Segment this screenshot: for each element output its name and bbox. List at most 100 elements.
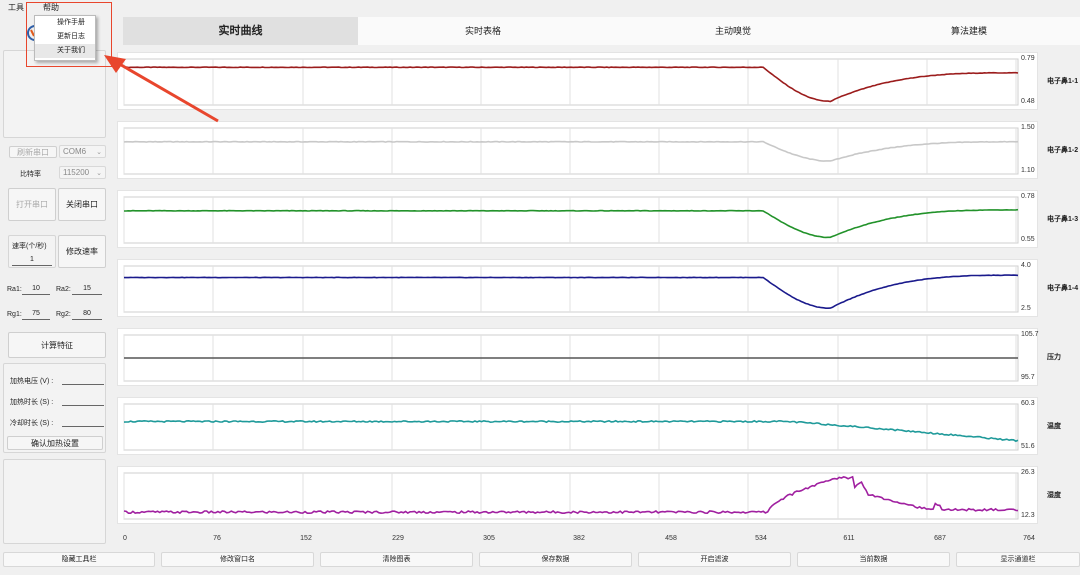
control-panel: 刷新串口 COM6 ⌄ 比特率 115200 ⌄ 打开串口 关闭串口 速率(个/…: [3, 50, 108, 545]
series-line: [123, 475, 1019, 515]
y-min-label: 12.3: [1021, 512, 1035, 519]
heat-settings-box: 加热电压 (V) : 加热时长 (S) : 冷却时长 (S) : 确认加热设置: [3, 363, 106, 453]
ra1-input[interactable]: 10: [22, 285, 50, 295]
ra1-label: Ra1:: [7, 286, 22, 293]
main-tabs: 实时曲线 实时表格 主动嗅觉 算法建模: [123, 17, 1080, 45]
current-data-button[interactable]: 当前数据: [797, 552, 950, 567]
channel-label: 电子鼻1-1: [1047, 78, 1079, 85]
heat-time-input[interactable]: [62, 396, 104, 406]
port-select-value: COM6: [63, 147, 87, 156]
calc-features-button[interactable]: 计算特征: [8, 332, 106, 358]
y-max-label: 1.50: [1021, 124, 1035, 131]
enable-filter-button[interactable]: 开启滤波: [638, 552, 791, 567]
close-port-button[interactable]: 关闭串口: [58, 188, 106, 221]
open-port-button[interactable]: 打开串口: [8, 188, 56, 221]
tab-algorithm-modeling[interactable]: 算法建模: [858, 17, 1080, 45]
x-tick-label: 458: [665, 535, 677, 542]
y-max-label: 0.79: [1021, 55, 1035, 62]
line-chart: [123, 196, 1019, 244]
baud-select-value: 115200: [63, 168, 90, 177]
line-chart: [123, 472, 1019, 520]
line-chart: [123, 265, 1019, 313]
x-tick-label: 382: [573, 535, 585, 542]
extra-box: [3, 459, 106, 544]
chart-panel-5: 105.7 95.7: [117, 328, 1039, 386]
baud-label: 比特率: [20, 171, 41, 178]
y-min-label: 95.7: [1021, 374, 1035, 381]
channel-label: 电子鼻1-3: [1047, 216, 1079, 223]
clear-chart-button[interactable]: 清除图表: [320, 552, 473, 567]
tab-realtime-curve[interactable]: 实时曲线: [123, 17, 358, 45]
chart-panel-3: 0.78 0.55: [117, 190, 1038, 248]
rg1-label: Rg1:: [7, 311, 22, 318]
ra2-label: Ra2:: [56, 286, 71, 293]
plot-frame: [123, 265, 1019, 313]
plot-frame: [123, 403, 1019, 451]
plot-frame: [123, 58, 1019, 106]
channel-label: 电子鼻1-2: [1047, 147, 1079, 154]
menu-tools[interactable]: 工具: [8, 2, 24, 13]
y-min-label: 0.48: [1021, 98, 1035, 105]
line-chart: [123, 403, 1019, 451]
chart-panel-6: 60.3 51.6: [117, 397, 1038, 455]
x-tick-label: 0: [123, 535, 127, 542]
rg2-label: Rg2:: [56, 311, 71, 318]
series-line: [123, 66, 1019, 103]
chevron-down-icon: ⌄: [96, 169, 102, 177]
y-max-label: 60.3: [1021, 400, 1035, 407]
y-min-label: 2.5: [1021, 305, 1031, 312]
chart-panel-2: 1.50 1.10: [117, 121, 1038, 179]
line-chart: [123, 58, 1019, 106]
x-tick-label: 76: [213, 535, 221, 542]
rg1-input[interactable]: 75: [22, 310, 50, 320]
hide-toolbar-button[interactable]: 隐藏工具栏: [3, 552, 155, 567]
x-tick-label: 534: [755, 535, 767, 542]
x-tick-label: 305: [483, 535, 495, 542]
bottom-toolbar: 隐藏工具栏 修改窗口名 清除图表 保存数据 开启滤波 当前数据 显示通道栏: [0, 552, 1080, 568]
confirm-heat-button[interactable]: 确认加热设置: [7, 436, 103, 450]
rate-box: 速率(个/秒) 1: [8, 235, 56, 268]
cool-time-label: 冷却时长 (S) :: [10, 420, 54, 427]
x-tick-label: 764: [1023, 535, 1035, 542]
chart-panel-4: 4.0 2.5: [117, 259, 1038, 317]
y-max-label: 4.0: [1021, 262, 1031, 269]
ra2-input[interactable]: 15: [72, 285, 102, 295]
series-line: [124, 208, 1019, 239]
y-min-label: 1.10: [1021, 167, 1035, 174]
baud-select[interactable]: 115200 ⌄: [59, 166, 106, 179]
show-channel-button[interactable]: 显示通道栏: [956, 552, 1080, 567]
refresh-port-button[interactable]: 刷新串口: [9, 146, 57, 158]
rate-label: 速率(个/秒): [12, 243, 47, 250]
y-max-label: 26.3: [1021, 469, 1035, 476]
y-min-label: 0.55: [1021, 236, 1035, 243]
modify-rate-button[interactable]: 修改速率: [58, 235, 106, 268]
channel-label: 压力: [1047, 354, 1061, 361]
chevron-down-icon: ⌄: [96, 148, 102, 156]
line-chart: [123, 127, 1019, 175]
x-tick-label: 229: [392, 535, 404, 542]
port-select[interactable]: COM6 ⌄: [59, 145, 106, 158]
save-data-button[interactable]: 保存数据: [479, 552, 632, 567]
cool-time-input[interactable]: [62, 417, 104, 427]
series-line: [123, 419, 1019, 443]
heat-voltage-label: 加热电压 (V) :: [10, 378, 54, 385]
tab-active-olfaction[interactable]: 主动嗅觉: [608, 17, 858, 45]
line-chart: [123, 334, 1019, 382]
series-line: [123, 140, 1019, 162]
menu-bar: 工具 帮助: [0, 0, 1080, 14]
tab-realtime-table[interactable]: 实时表格: [358, 17, 608, 45]
heat-voltage-input[interactable]: [62, 375, 104, 385]
annotation-arrow-icon: [104, 55, 219, 123]
rename-window-button[interactable]: 修改窗口名: [161, 552, 314, 567]
channel-label: 电子鼻1-4: [1047, 285, 1079, 292]
x-tick-label: 687: [934, 535, 946, 542]
series-line: [123, 274, 1019, 310]
rg2-input[interactable]: 80: [72, 310, 102, 320]
channel-label: 温度: [1047, 423, 1061, 430]
rate-input[interactable]: 1: [12, 256, 52, 266]
y-min-label: 51.6: [1021, 443, 1035, 450]
x-tick-label: 611: [843, 535, 855, 542]
y-max-label: 105.7: [1021, 331, 1039, 338]
chart-panel-7: 26.3 12.3: [117, 466, 1038, 524]
y-max-label: 0.78: [1021, 193, 1035, 200]
